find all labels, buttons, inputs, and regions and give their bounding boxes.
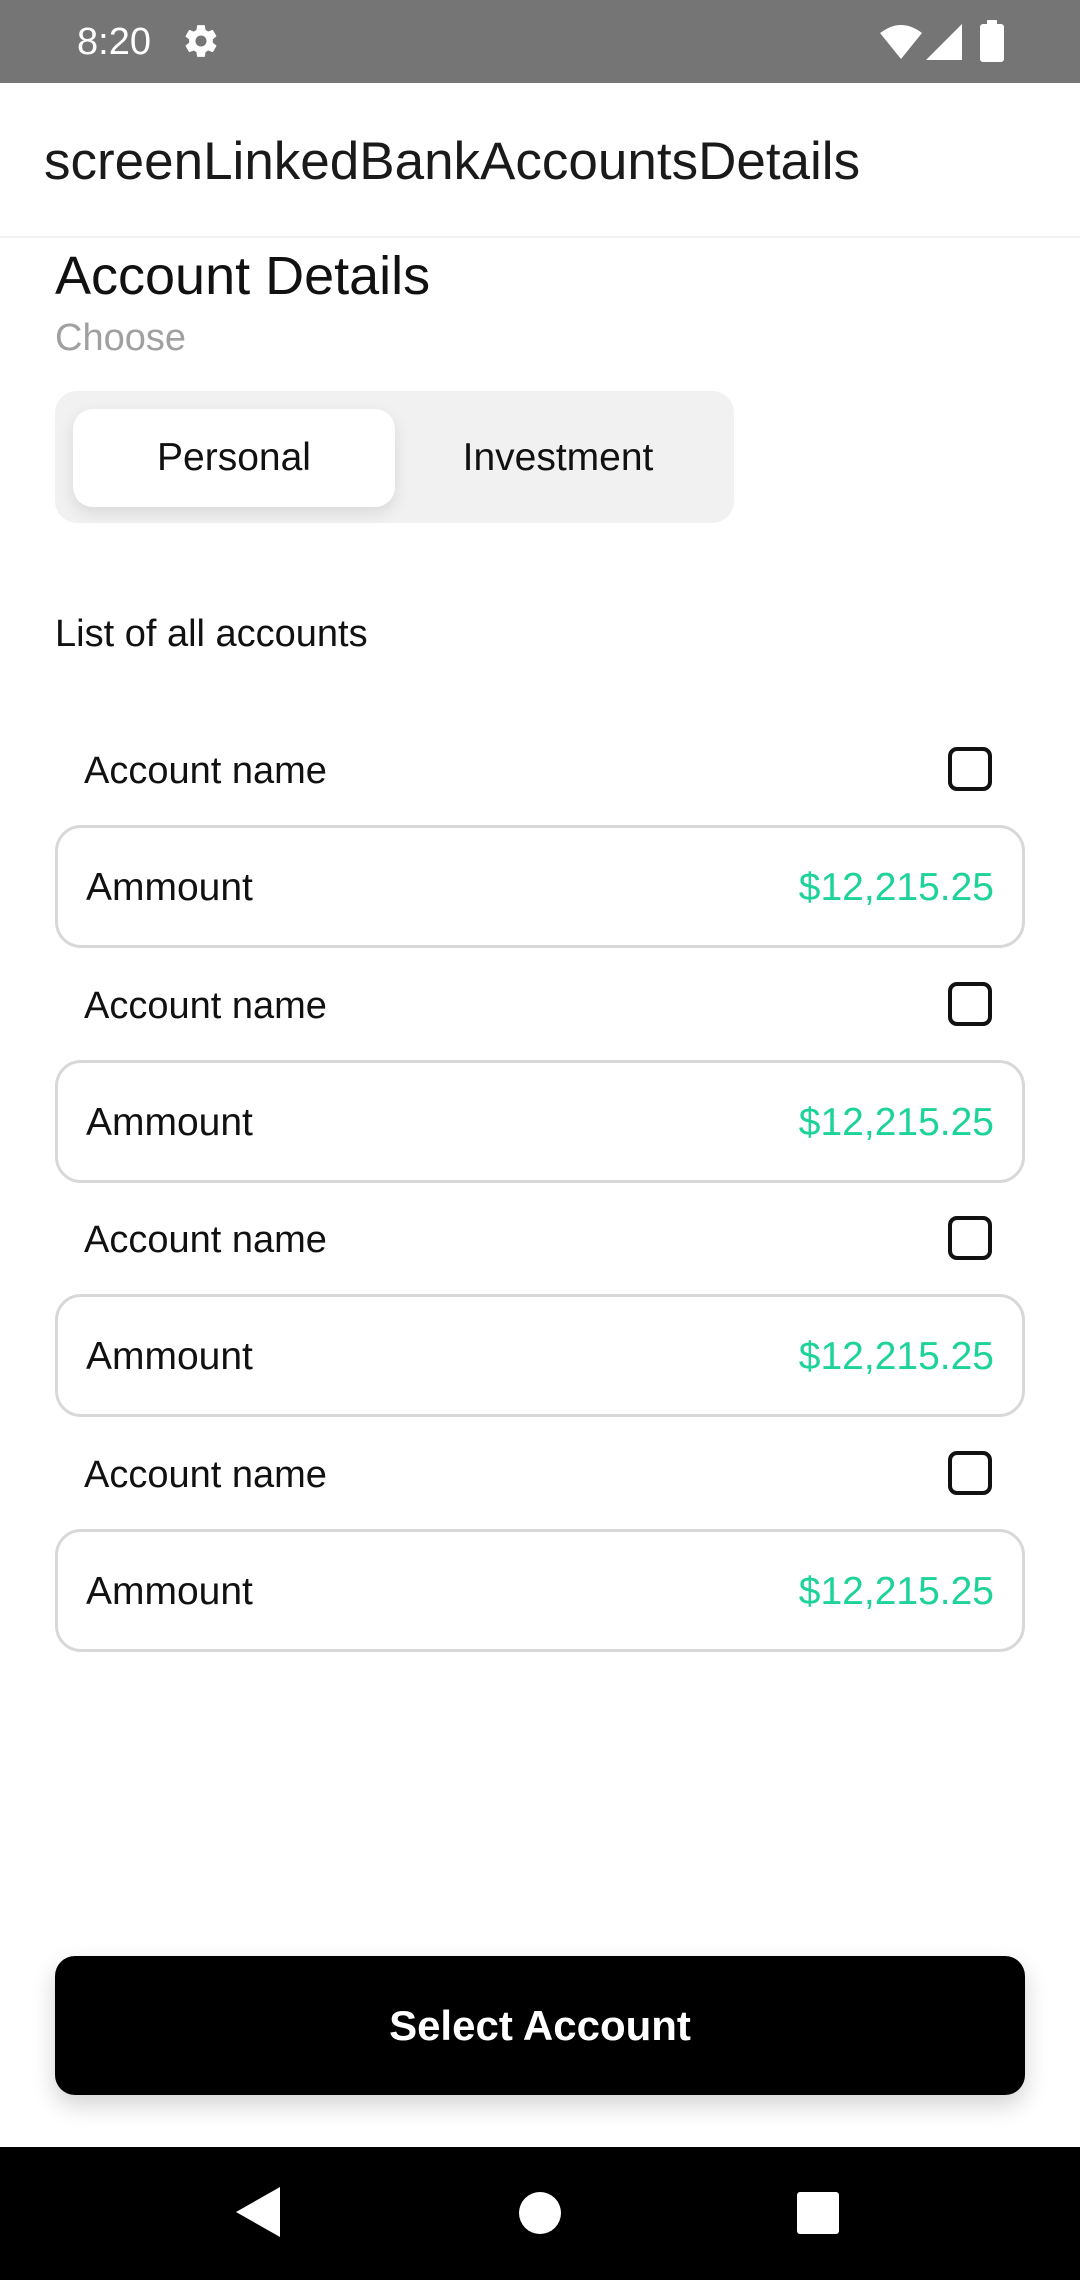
account-name: Account name — [84, 985, 327, 1027]
amount-label: Ammount — [86, 866, 253, 909]
account-checkbox[interactable] — [948, 1216, 992, 1260]
status-time: 8:20 — [77, 21, 151, 63]
navigation-bar — [0, 2147, 1080, 2280]
recent-apps-icon[interactable] — [797, 2192, 839, 2234]
account-checkbox[interactable] — [948, 982, 992, 1026]
amount-value: $12,215.25 — [798, 1570, 994, 1613]
list-heading: List of all accounts — [55, 613, 368, 655]
tab-personal[interactable]: Personal — [73, 409, 395, 507]
account-name: Account name — [84, 1454, 327, 1496]
account-checkbox[interactable] — [948, 1451, 992, 1495]
back-icon[interactable] — [236, 2187, 280, 2237]
account-checkbox[interactable] — [948, 747, 992, 791]
page-subtitle: Choose — [55, 317, 186, 359]
account-name: Account name — [84, 750, 327, 792]
status-bar: 8:20 — [0, 0, 1080, 83]
amount-label: Ammount — [86, 1335, 253, 1378]
account-name: Account name — [84, 1219, 327, 1261]
amount-field[interactable]: Ammount $12,215.25 — [55, 1529, 1025, 1652]
signal-icon — [926, 24, 962, 60]
home-icon[interactable] — [519, 2192, 561, 2234]
app-title: screenLinkedBankAccountsDetails — [44, 132, 861, 191]
amount-label: Ammount — [86, 1101, 253, 1144]
amount-value: $12,215.25 — [798, 1335, 994, 1378]
wifi-icon — [880, 25, 922, 59]
amount-field[interactable]: Ammount $12,215.25 — [55, 1294, 1025, 1417]
battery-icon — [980, 20, 1004, 62]
gear-icon — [185, 25, 217, 57]
amount-value: $12,215.25 — [798, 1101, 994, 1144]
amount-label: Ammount — [86, 1570, 253, 1613]
amount-field[interactable]: Ammount $12,215.25 — [55, 1060, 1025, 1183]
select-account-button[interactable]: Select Account — [55, 1956, 1025, 2095]
amount-field[interactable]: Ammount $12,215.25 — [55, 825, 1025, 948]
account-type-toggle: Personal Investment — [55, 391, 734, 523]
app-bar: screenLinkedBankAccountsDetails — [0, 83, 1080, 238]
tab-investment[interactable]: Investment — [397, 409, 719, 507]
page-title: Account Details — [55, 246, 431, 306]
amount-value: $12,215.25 — [798, 866, 994, 909]
